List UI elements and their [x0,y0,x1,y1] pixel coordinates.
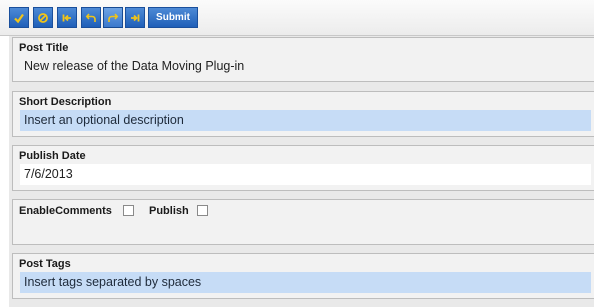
post-title-label: Post Title [19,42,69,54]
undo-button[interactable] [81,7,101,28]
short-description-label: Short Description [19,96,112,108]
short-description-input[interactable]: Insert an optional description [20,110,591,131]
undo-icon [85,12,97,24]
post-title-field[interactable]: New release of the Data Moving Plug-in [20,56,591,77]
enable-comments-label: EnableComments [19,205,112,217]
publish-date-input[interactable]: 7/6/2013 [20,164,591,185]
post-title-group: Post Title New release of the Data Movin… [12,37,594,82]
enable-comments-checkbox[interactable] [123,205,134,216]
post-tags-group: Post Tags Insert tags separated by space… [12,253,594,299]
left-gutter [0,36,9,307]
checkmark-icon [13,12,25,24]
post-tags-input[interactable]: Insert tags separated by spaces [20,272,591,293]
first-button[interactable] [57,7,77,28]
options-group: EnableComments Publish [12,199,594,245]
last-button[interactable] [125,7,145,28]
publish-checkbox[interactable] [197,205,208,216]
skip-back-icon [61,12,73,24]
redo-icon [107,12,119,24]
save-button[interactable] [9,7,29,28]
skip-forward-icon [129,12,141,24]
cancel-button[interactable] [33,7,53,28]
redo-button[interactable] [103,7,123,28]
publish-date-group: Publish Date 7/6/2013 [12,145,594,191]
short-description-group: Short Description Insert an optional des… [12,91,594,137]
cancel-icon [37,12,49,24]
publish-label: Publish [149,205,189,217]
publish-date-label: Publish Date [19,150,86,162]
toolbar: Submit [0,0,594,36]
post-tags-label: Post Tags [19,258,71,270]
submit-button[interactable]: Submit [148,7,198,28]
